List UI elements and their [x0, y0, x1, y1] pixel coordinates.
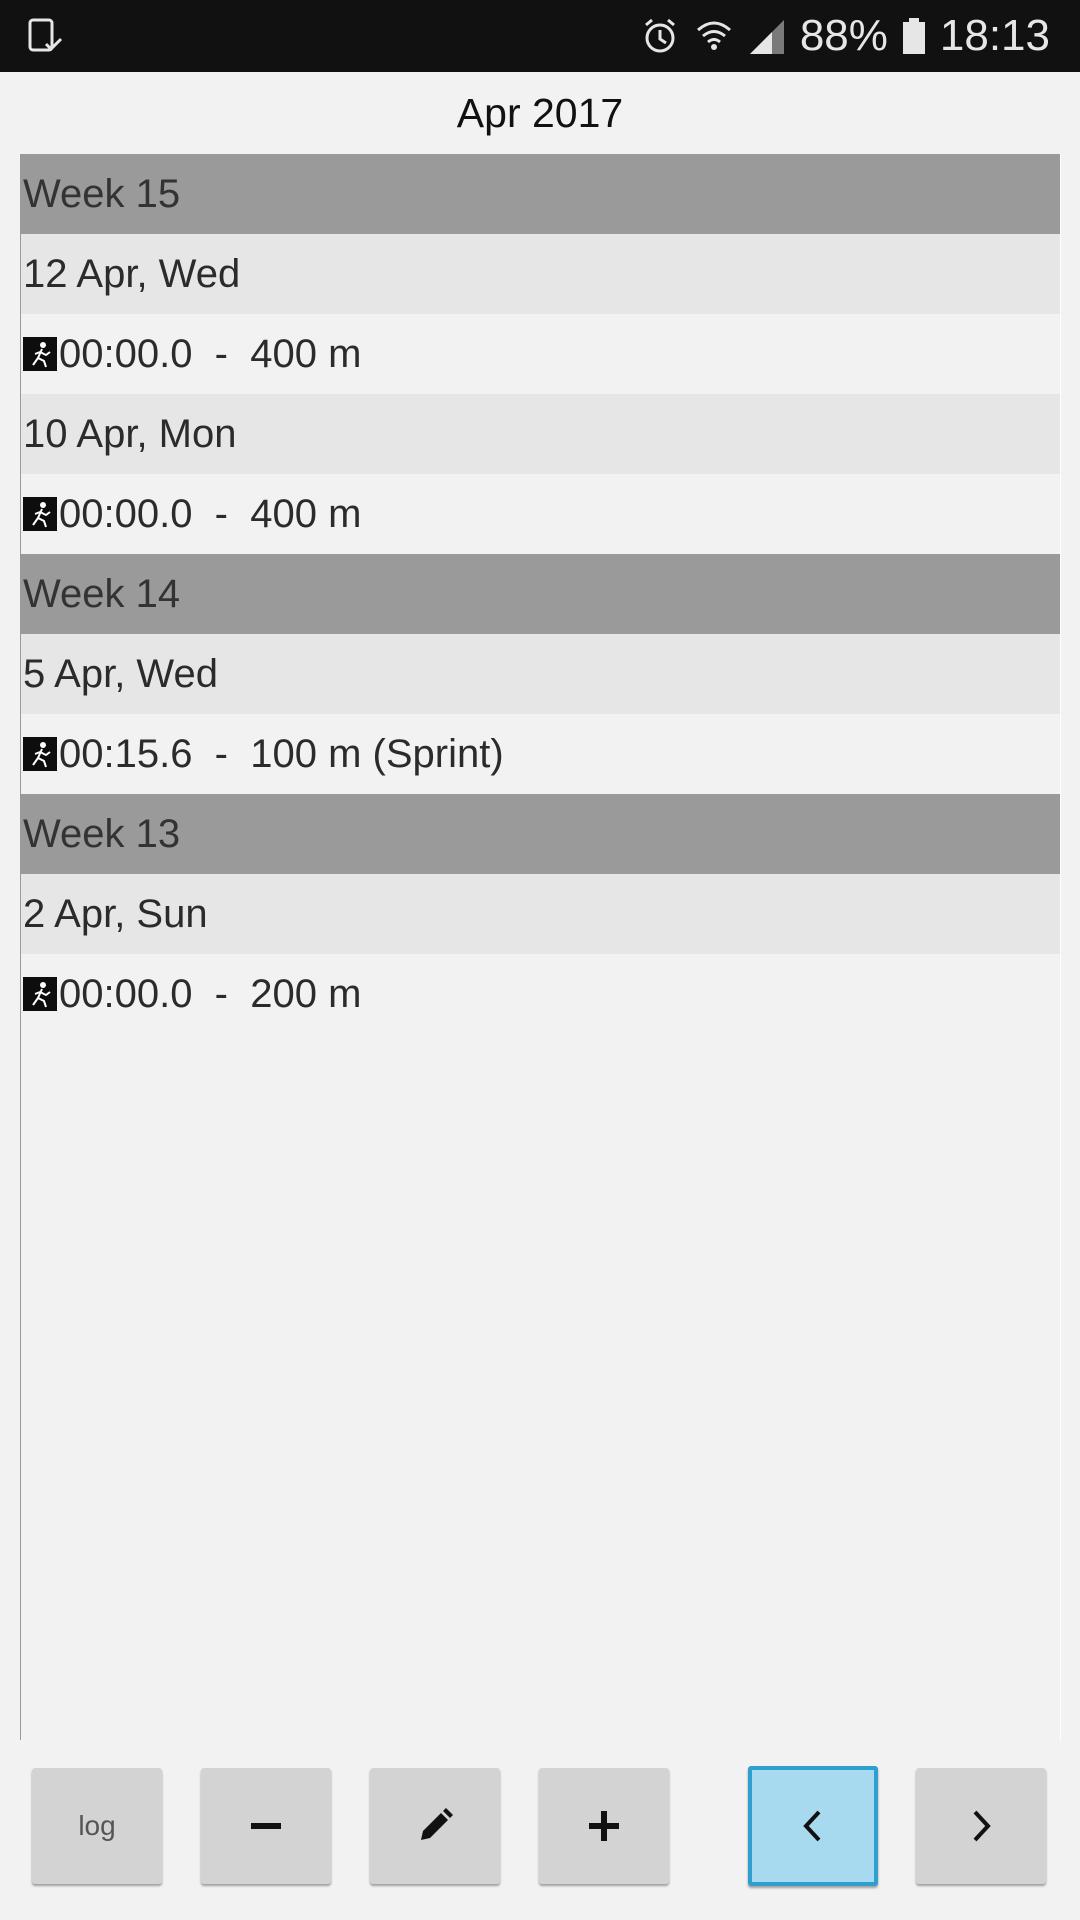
runner-icon	[23, 337, 57, 371]
workout-entry[interactable]: 00:00.0 - 400 m	[21, 314, 1060, 394]
week-label: Week 13	[23, 811, 181, 856]
plus-icon	[589, 1811, 619, 1841]
week-label: Week 15	[23, 171, 181, 216]
battery-icon	[902, 18, 925, 54]
day-header: 5 Apr, Wed	[21, 634, 1060, 714]
bottom-toolbar: log	[0, 1740, 1080, 1920]
runner-icon	[23, 497, 57, 531]
signal-icon	[749, 20, 784, 54]
edit-button[interactable]	[370, 1768, 500, 1884]
workout-entry[interactable]: 00:00.0 - 200 m	[21, 954, 1060, 1034]
workout-summary: 00:00.0 - 400 m	[59, 331, 362, 376]
day-header: 10 Apr, Mon	[21, 394, 1060, 474]
week-header: Week 15	[21, 154, 1060, 234]
day-label: 5 Apr, Wed	[23, 651, 218, 696]
week-header: Week 14	[21, 554, 1060, 634]
workout-list[interactable]: Week 15 12 Apr, Wed 00:00.0 - 400 m 10 A…	[20, 154, 1061, 1740]
week-label: Week 14	[23, 571, 181, 616]
chevron-left-icon	[803, 1810, 821, 1842]
day-label: 10 Apr, Mon	[23, 411, 237, 456]
workout-summary: 00:00.0 - 400 m	[59, 491, 362, 536]
runner-icon	[23, 737, 57, 771]
screenshot-saved-icon	[28, 18, 63, 52]
day-label: 12 Apr, Wed	[23, 251, 241, 296]
pencil-icon	[421, 1808, 453, 1840]
day-header: 2 Apr, Sun	[21, 874, 1060, 954]
previous-month-button[interactable]	[748, 1766, 878, 1886]
day-header: 12 Apr, Wed	[21, 234, 1060, 314]
week-header: Week 13	[21, 794, 1060, 874]
status-bar: 88% 18:13	[0, 0, 1080, 72]
alarm-icon	[644, 18, 675, 53]
wifi-icon	[696, 21, 731, 50]
workout-entry[interactable]: 00:00.0 - 400 m	[21, 474, 1060, 554]
runner-icon	[23, 977, 57, 1011]
minus-icon	[251, 1823, 281, 1829]
log-button[interactable]: log	[32, 1768, 162, 1884]
clock: 18:13	[939, 11, 1050, 60]
workout-summary: 00:15.6 - 100 m (Sprint)	[59, 731, 504, 776]
next-month-button[interactable]	[916, 1768, 1046, 1884]
battery-percent: 88%	[799, 11, 888, 60]
add-button[interactable]	[539, 1768, 669, 1884]
day-label: 2 Apr, Sun	[23, 891, 208, 936]
chevron-right-icon	[973, 1810, 991, 1842]
workout-summary: 00:00.0 - 200 m	[59, 971, 362, 1016]
page-title: Apr 2017	[456, 89, 624, 136]
remove-button[interactable]	[201, 1768, 331, 1884]
workout-entry[interactable]: 00:15.6 - 100 m (Sprint)	[21, 714, 1060, 794]
